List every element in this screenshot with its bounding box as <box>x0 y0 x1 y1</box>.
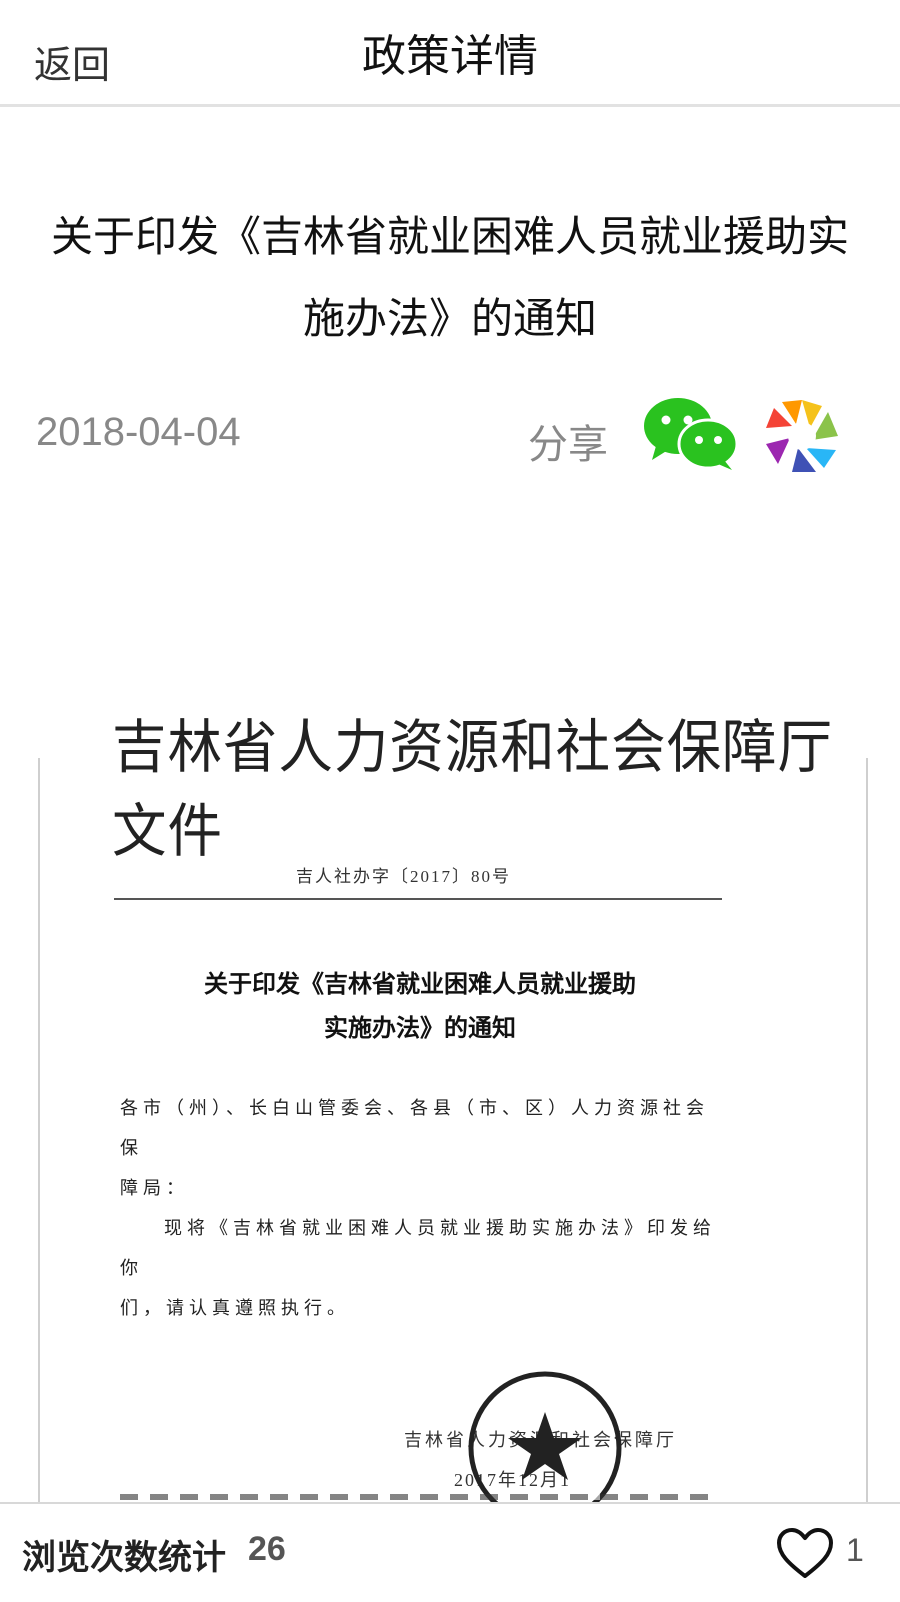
document-paragraph: 现将《吉林省就业困难人员就业援助实施办法》印发给你 <box>120 1218 716 1278</box>
wechat-icon[interactable] <box>642 396 738 472</box>
document-paragraph: 各市（州）、长白山管委会、各县（市、区）人力资源社会保 <box>120 1098 709 1158</box>
document-paragraph: 障局： <box>120 1178 189 1198</box>
view-count-label: 浏览次数统计 <box>22 1538 226 1578</box>
official-seal-icon <box>468 1371 622 1506</box>
document-title: 关于印发《吉林省就业困难人员就业援助 实施办法》的通知 <box>140 962 700 1050</box>
bottom-bar: 浏览次数统计 26 1 <box>0 1502 900 1602</box>
document-header: 吉林省人力资源和社会保障厅文件 <box>112 713 833 865</box>
document-body: 各市（州）、长白山管委会、各县（市、区）人力资源社会保 障局： 现将《吉林省就业… <box>120 1088 730 1328</box>
document-paragraph: 们，请认真遵照执行。 <box>120 1298 350 1318</box>
like-count: 1 <box>846 1532 864 1568</box>
page-title: 政策详情 <box>362 31 538 82</box>
moments-icon[interactable] <box>764 398 840 474</box>
top-bar: 返回 政策详情 <box>0 0 900 107</box>
publish-date: 2018-04-04 <box>36 410 241 454</box>
article-title: 关于印发《吉林省就业困难人员就业援助实施办法》的通知 <box>50 212 849 343</box>
document-cut-line <box>120 1494 710 1500</box>
document-ref-number: 吉人社办字〔2017〕80号 <box>296 867 511 886</box>
document-title-line: 实施办法》的通知 <box>324 1013 516 1042</box>
document-title-line: 关于印发《吉林省就业困难人员就业援助 <box>204 969 636 998</box>
document-divider <box>114 898 722 900</box>
heart-icon[interactable] <box>776 1528 834 1580</box>
share-label: 分享 <box>528 422 608 468</box>
view-count-value: 26 <box>248 1530 286 1568</box>
